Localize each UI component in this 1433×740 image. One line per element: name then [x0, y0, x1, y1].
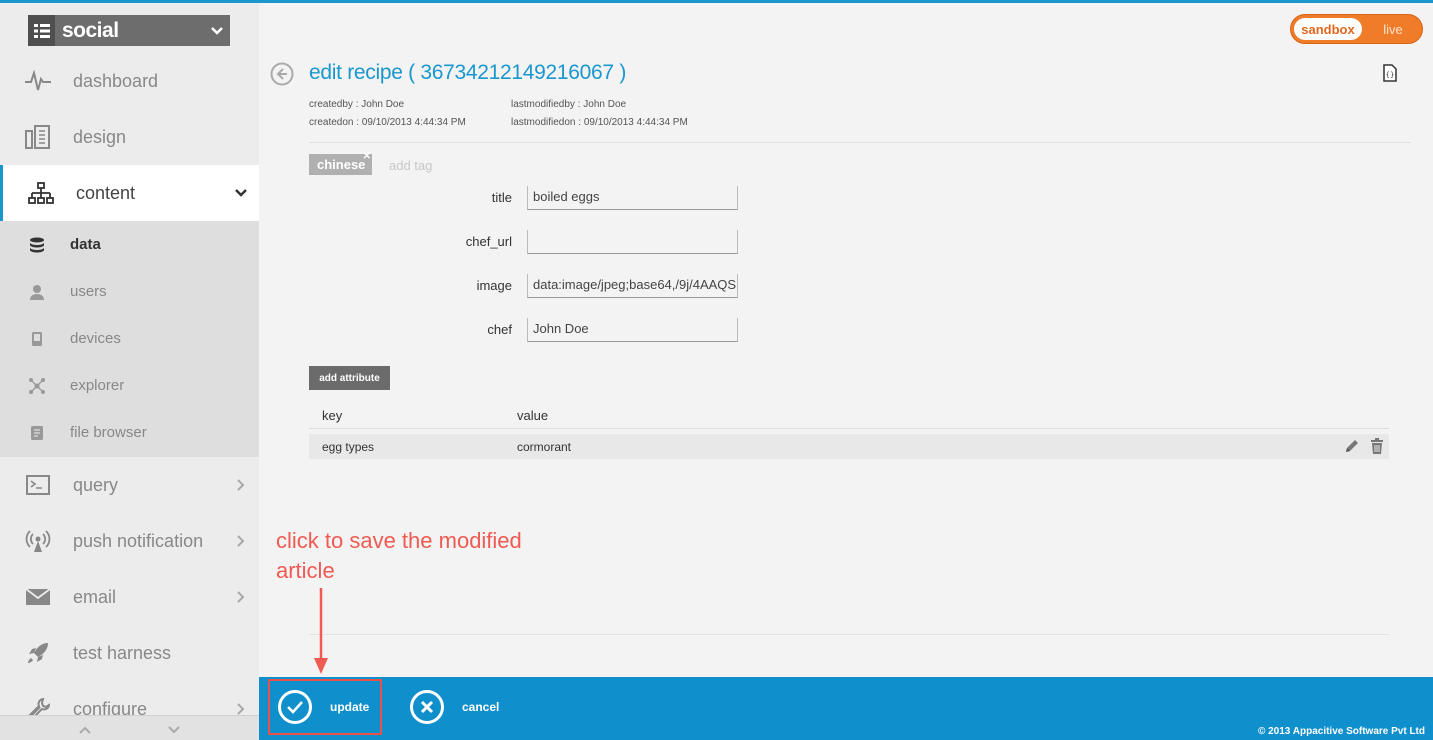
rocket-icon [0, 641, 70, 665]
remove-tag-icon[interactable]: ✕ [363, 151, 371, 162]
content-submenu: data users devices explorer file browser [0, 221, 259, 457]
terminal-icon [0, 475, 70, 495]
sidebar-item-push-notification[interactable]: push notification [0, 513, 259, 569]
chevron-right-icon [223, 591, 259, 603]
title-input[interactable]: boiled eggs [527, 186, 738, 210]
cancel-label: cancel [462, 700, 500, 714]
sidebar-item-email[interactable]: email [0, 569, 259, 625]
pulse-icon [0, 70, 70, 92]
sidebar-item-query[interactable]: query [0, 457, 259, 513]
subitem-label: data [70, 236, 101, 253]
image-input[interactable]: data:image/jpeg;base64,/9j/4AAQSkZJRgABA… [527, 274, 738, 298]
sitemap-icon [3, 182, 73, 204]
app-name: social [62, 18, 119, 42]
sidebar-item-label: push notification [73, 530, 204, 551]
field-label-image: image [476, 278, 512, 293]
sidebar-subitem-data[interactable]: data [0, 221, 259, 268]
grid-icon [28, 15, 55, 46]
field-label-chef-url: chef_url [465, 234, 512, 249]
add-tag-input[interactable]: add tag [389, 158, 432, 173]
sidebar-item-label: query [73, 474, 119, 495]
json-view-icon[interactable]: {} [1382, 64, 1398, 87]
sidebar-item-design[interactable]: design [0, 109, 259, 165]
subitem-label: users [70, 283, 107, 300]
check-circle-icon [278, 690, 312, 724]
database-icon [0, 237, 70, 253]
created-on: createdon : 09/10/2013 4:44:34 PM [309, 117, 466, 128]
trash-icon[interactable] [1370, 438, 1384, 457]
sidebar-subitem-explorer[interactable]: explorer [0, 362, 259, 409]
sidebar-item-label: email [73, 586, 117, 607]
annotation-arrow [314, 588, 328, 674]
field-label-title: title [491, 190, 512, 205]
page-title: edit recipe ( 36734212149216067 ) [309, 61, 627, 84]
created-by: createdby : John Doe [309, 99, 405, 110]
divider [309, 142, 1411, 143]
subitem-label: explorer [70, 377, 125, 394]
device-icon [0, 331, 70, 347]
toggle-sandbox[interactable]: sandbox [1294, 18, 1362, 40]
column-header-value: value [517, 407, 549, 423]
chevron-up-icon[interactable] [79, 721, 91, 739]
sidebar-subitem-file-browser[interactable]: file browser [0, 409, 259, 456]
subitem-label: devices [70, 330, 121, 347]
add-attribute-button[interactable]: add attribute [309, 366, 390, 390]
attribute-key: egg types [322, 439, 375, 454]
annotation-callout: click to save the modified article [276, 526, 522, 586]
back-button[interactable] [270, 62, 294, 86]
cancel-button[interactable]: cancel [410, 690, 499, 724]
sidebar: social dashboard design content data use… [0, 3, 259, 740]
arrow-left-circle-icon [270, 62, 294, 86]
table-header: key value [309, 402, 1389, 429]
close-circle-icon [410, 690, 444, 724]
annotation-line-2: article [276, 558, 335, 583]
sidebar-item-content[interactable]: content [0, 165, 259, 221]
copyright: © 2013 Appacitive Software Pvt Ltd [1257, 726, 1425, 737]
chef-input[interactable]: John Doe [527, 318, 738, 342]
sidebar-item-label: design [73, 126, 127, 147]
update-button[interactable]: update [268, 679, 382, 735]
chevron-down-icon [204, 26, 230, 35]
chevron-right-icon [223, 479, 259, 491]
last-modified-by: lastmodifiedby : John Doe [511, 99, 627, 110]
attribute-value: cormorant [517, 439, 572, 454]
attributes-table: key value egg types cormorant [309, 402, 1389, 459]
divider [309, 634, 1389, 635]
pencil-icon[interactable] [1344, 438, 1360, 457]
sidebar-item-label: dashboard [73, 70, 159, 91]
field-label-chef: chef [487, 322, 512, 337]
sidebar-subitem-devices[interactable]: devices [0, 315, 259, 362]
network-icon [0, 377, 70, 394]
tag-label: chinese [317, 157, 366, 172]
sidebar-item-test-harness[interactable]: test harness [0, 625, 259, 681]
chef-url-input[interactable] [527, 230, 738, 254]
app-selector[interactable]: social [28, 15, 230, 46]
sidebar-item-label: content [76, 182, 136, 203]
sidebar-subitem-users[interactable]: users [0, 268, 259, 315]
sidebar-scroll-controls [0, 715, 259, 740]
design-icon [0, 125, 70, 149]
chevron-right-icon [223, 535, 259, 547]
update-label: update [330, 700, 370, 714]
row-actions [1344, 438, 1384, 457]
last-modified-on: lastmodifiedon : 09/10/2013 4:44:34 PM [511, 117, 688, 128]
file-icon [0, 425, 70, 441]
annotation-line-1: click to save the modified [276, 528, 522, 553]
chevron-down-icon[interactable] [168, 721, 180, 739]
envelope-icon [0, 588, 70, 606]
broadcast-icon [0, 529, 70, 553]
chevron-down-icon [223, 189, 259, 197]
tag-chip: chinese ✕ [309, 151, 372, 175]
user-icon [0, 284, 70, 300]
chevron-right-icon [223, 703, 259, 715]
column-header-key: key [322, 407, 343, 423]
sidebar-item-dashboard[interactable]: dashboard [0, 53, 259, 109]
environment-toggle[interactable]: sandbox live [1290, 14, 1423, 44]
svg-text:{}: {} [1386, 71, 1395, 79]
toggle-live[interactable]: live [1363, 15, 1423, 43]
sidebar-item-label: test harness [73, 642, 172, 663]
table-row: egg types cormorant [309, 434, 1389, 459]
subitem-label: file browser [70, 424, 147, 441]
